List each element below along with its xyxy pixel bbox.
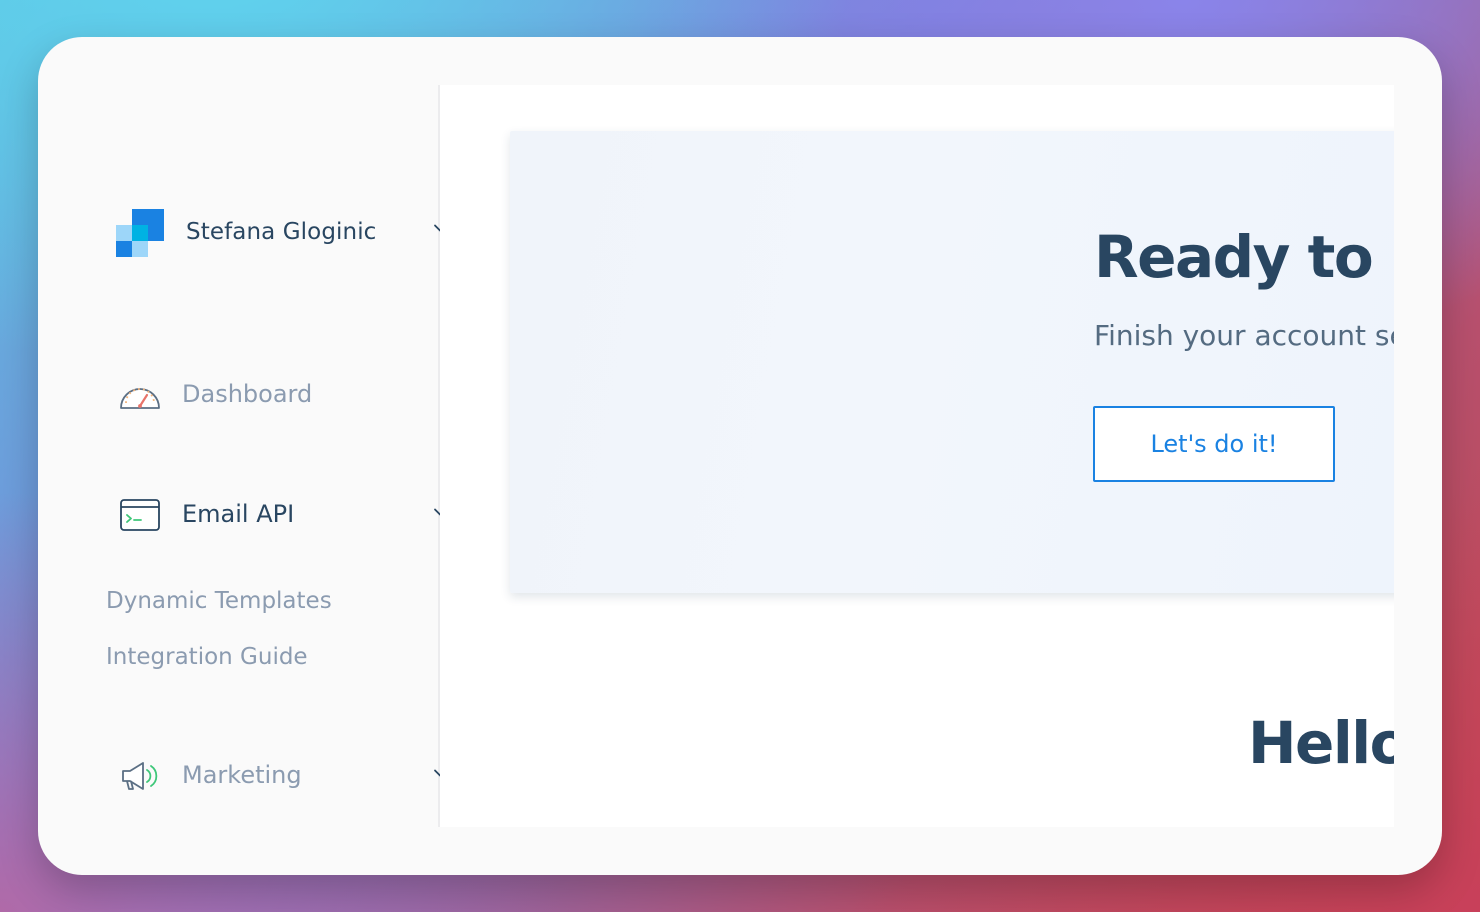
greeting-heading: Hello <box>1248 709 1394 777</box>
nav-item-dashboard[interactable]: Dashboard <box>116 371 426 419</box>
lets-do-it-button[interactable]: Let's do it! <box>1093 406 1335 482</box>
dashboard-gauge-icon <box>120 388 160 409</box>
nav-label-marketing: Marketing <box>182 761 302 789</box>
nav-subitem-integration-guide[interactable]: Integration Guide <box>106 644 308 670</box>
megaphone-icon <box>122 762 158 790</box>
nav-item-marketing[interactable]: Marketing <box>116 752 446 800</box>
nav-label-dashboard: Dashboard <box>182 380 313 408</box>
banner-subtitle: Finish your account se <box>1094 319 1394 352</box>
nav-item-email-api[interactable]: Email API <box>116 491 446 539</box>
app-window: Stefana Gloginic Dashboard Email API Dyn… <box>38 37 1442 875</box>
banner-title: Ready to un <box>1094 223 1394 291</box>
logo-icon <box>116 209 164 257</box>
nav-subitem-dynamic-templates[interactable]: Dynamic Templates <box>106 588 332 614</box>
onboarding-banner: Ready to un Finish your account se Let's… <box>510 131 1394 593</box>
terminal-window-icon <box>120 499 160 531</box>
account-name: Stefana Gloginic <box>186 219 377 245</box>
main-content: Ready to un Finish your account se Let's… <box>440 85 1394 827</box>
sidebar: Stefana Gloginic Dashboard Email API Dyn… <box>38 85 446 827</box>
nav-label-email-api: Email API <box>182 500 295 528</box>
account-switcher[interactable]: Stefana Gloginic <box>116 209 446 257</box>
